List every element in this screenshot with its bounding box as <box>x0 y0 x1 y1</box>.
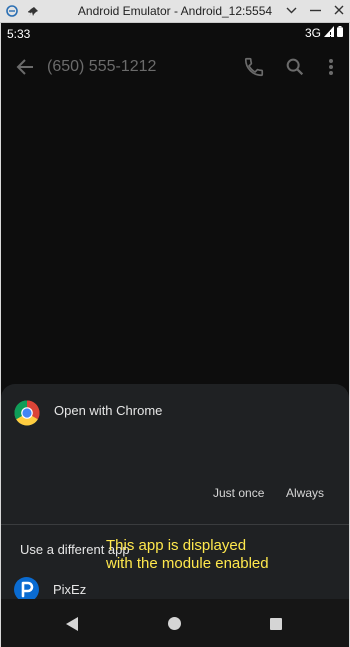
more-options-icon[interactable] <box>321 56 341 78</box>
annotation-note: This app is displayed with the module en… <box>106 537 269 572</box>
search-icon[interactable] <box>284 56 306 78</box>
minimize-icon[interactable] <box>308 3 322 17</box>
navigation-bar <box>1 599 349 647</box>
dialer-app-bar: (650) 555-1212 <box>1 47 349 89</box>
nav-back-icon[interactable] <box>65 616 79 632</box>
just-once-button[interactable]: Just once <box>207 482 270 504</box>
status-time: 5:33 <box>7 27 31 41</box>
close-icon[interactable] <box>332 3 346 17</box>
battery-icon <box>337 26 343 40</box>
open-with-label: Open with Chrome <box>54 403 163 418</box>
pin-icon[interactable] <box>27 5 39 17</box>
network-type: 3G <box>304 26 321 40</box>
back-arrow-icon[interactable] <box>13 55 37 79</box>
emulator-app-icon <box>5 4 19 18</box>
open-with-chrome-row[interactable]: Open with Chrome <box>1 384 349 442</box>
phone-icon[interactable] <box>243 56 265 78</box>
phone-number-title: (650) 555-1212 <box>47 58 157 75</box>
chevron-down-icon[interactable] <box>284 3 298 17</box>
status-bar: 5:33 3G <box>1 23 349 45</box>
chrome-icon <box>14 400 40 426</box>
always-button[interactable]: Always <box>280 482 330 504</box>
signal-icon <box>324 26 334 40</box>
nav-home-icon[interactable] <box>168 617 181 630</box>
divider <box>1 524 349 525</box>
emulator-title-bar: Android Emulator - Android_12:5554 <box>0 0 350 23</box>
nav-recents-icon[interactable] <box>270 618 282 630</box>
app-option-label: PixEz <box>53 582 87 597</box>
